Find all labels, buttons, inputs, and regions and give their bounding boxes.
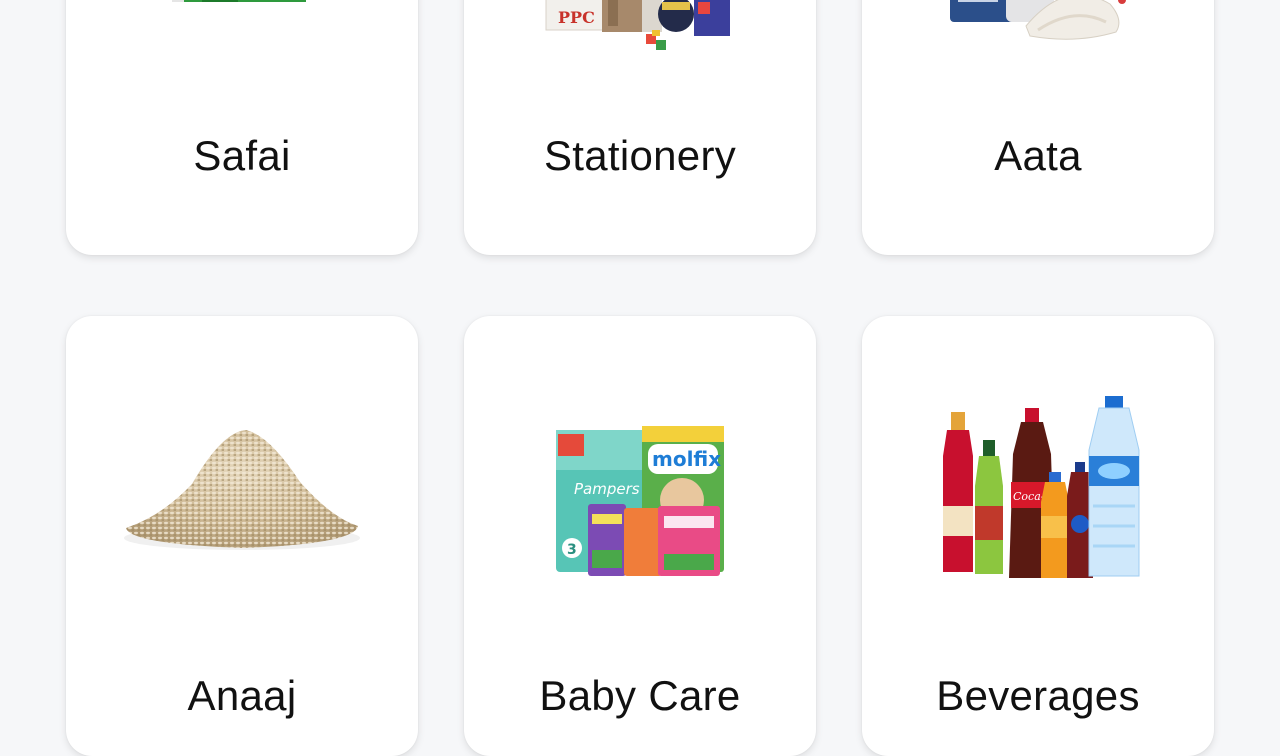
category-grid: Safai PPC Stationery Aata Anaaj Pampers … <box>0 0 1280 756</box>
flour-bags-image <box>950 0 1126 40</box>
category-card-anaaj[interactable]: Anaaj <box>66 316 418 756</box>
svg-text:Pampers: Pampers <box>574 480 640 498</box>
category-label: Baby Care <box>539 672 741 719</box>
diaper-packs-image: Pampers 3 molfix <box>556 426 724 576</box>
category-card-safai[interactable]: Safai <box>66 0 418 255</box>
grain-pile-image <box>124 430 360 550</box>
svg-text:PPC: PPC <box>558 8 595 27</box>
category-label: Beverages <box>936 672 1140 719</box>
drink-bottles-image: Coca-Cola <box>943 396 1140 578</box>
svg-text:molfix: molfix <box>652 447 721 471</box>
category-label: Aata <box>994 132 1082 179</box>
stationery-products-image: PPC <box>545 0 730 50</box>
cleaning-products-image <box>172 0 306 2</box>
category-card-baby-care[interactable]: Pampers 3 molfix Baby Care <box>464 316 816 756</box>
category-card-beverages[interactable]: Coca-Cola Beverages <box>862 316 1214 756</box>
category-label: Stationery <box>543 132 737 179</box>
category-card-stationery[interactable]: PPC Stationery <box>464 0 816 255</box>
category-card-aata[interactable]: Aata <box>862 0 1214 255</box>
svg-text:3: 3 <box>567 542 577 558</box>
category-label: Safai <box>193 132 291 179</box>
category-label: Anaaj <box>187 672 297 719</box>
